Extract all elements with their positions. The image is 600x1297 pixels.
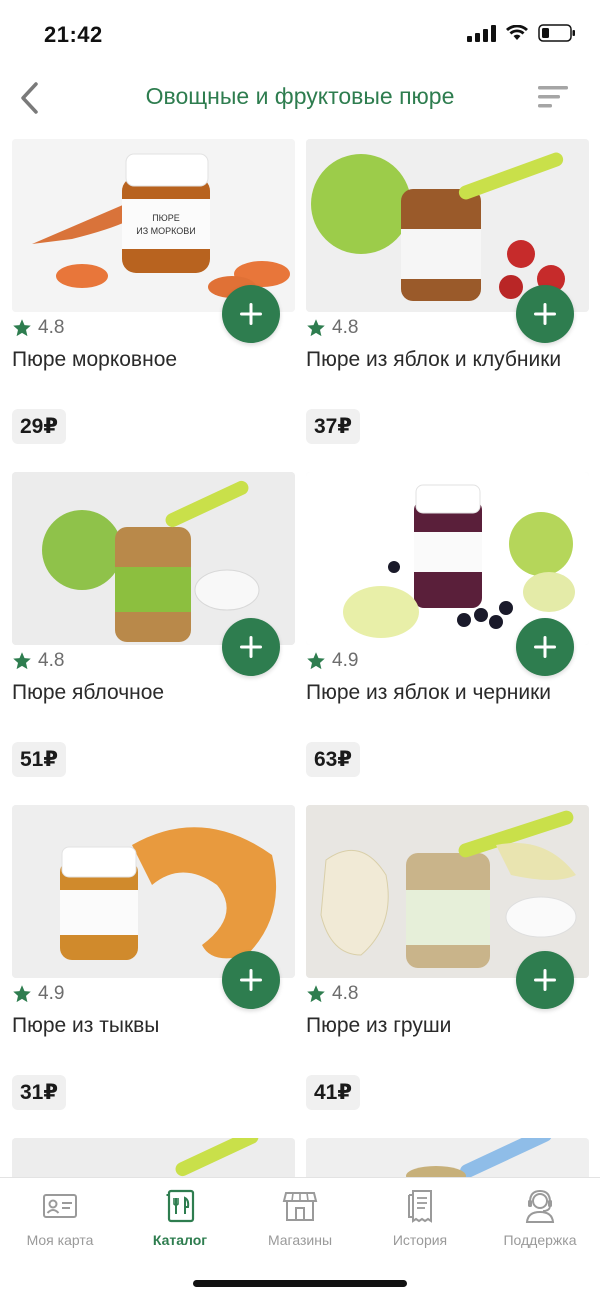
nav-header: Овощные и фруктовые пюре xyxy=(0,70,600,130)
star-icon xyxy=(307,319,325,337)
product-name[interactable]: Пюре яблочное xyxy=(12,681,302,705)
tab-catalog[interactable]: Каталог xyxy=(120,1188,240,1258)
star-icon xyxy=(13,319,31,337)
product-name[interactable]: Пюре морковное xyxy=(12,348,302,372)
tab-label: Поддержка xyxy=(503,1232,577,1248)
plus-icon xyxy=(534,303,556,325)
tab-stores[interactable]: Магазины xyxy=(240,1188,360,1258)
product-price: 51₽ xyxy=(12,742,66,777)
product-image[interactable] xyxy=(306,1138,589,1178)
product-price: 41₽ xyxy=(306,1075,360,1110)
product-card[interactable] xyxy=(306,1138,589,1178)
product-card[interactable]: 4.8 Пюре из груши 41₽ xyxy=(306,805,589,1125)
product-name[interactable]: Пюре из яблок и черники xyxy=(306,681,596,705)
plus-icon xyxy=(240,303,262,325)
rating: 4.8 xyxy=(306,317,358,339)
product-card[interactable]: 4.8 Пюре из яблок и клубники 37₽ xyxy=(306,139,589,459)
status-icons xyxy=(467,24,576,42)
rating-value: 4.9 xyxy=(38,983,65,1004)
signal-icon xyxy=(467,24,496,42)
rating-value: 4.8 xyxy=(332,983,359,1004)
status-time: 21:42 xyxy=(44,22,103,47)
add-to-cart-button[interactable] xyxy=(222,951,280,1009)
tab-label: История xyxy=(392,1232,448,1248)
svg-text:ИЗ МОРКОВИ: ИЗ МОРКОВИ xyxy=(136,226,196,236)
add-to-cart-button[interactable] xyxy=(222,618,280,676)
rating: 4.9 xyxy=(306,650,358,672)
status-bar: 21:42 xyxy=(0,0,600,70)
page-title: Овощные и фруктовые пюре xyxy=(145,83,455,109)
product-card[interactable]: 4.9 Пюре из тыквы 31₽ xyxy=(12,805,295,1125)
tab-bar: Моя карта Каталог Магазины История Подде… xyxy=(0,1177,600,1297)
rating: 4.8 xyxy=(306,983,358,1005)
tab-label: Магазины xyxy=(267,1232,333,1248)
product-price: 63₽ xyxy=(306,742,360,777)
add-to-cart-button[interactable] xyxy=(222,285,280,343)
tab-history[interactable]: История xyxy=(360,1188,480,1258)
add-to-cart-button[interactable] xyxy=(516,618,574,676)
receipt-icon xyxy=(408,1190,432,1223)
plus-icon xyxy=(534,969,556,991)
product-card[interactable]: 4.8 Пюре яблочное 51₽ xyxy=(12,472,295,792)
star-icon xyxy=(13,652,31,670)
home-indicator xyxy=(193,1280,407,1287)
star-icon xyxy=(307,985,325,1003)
star-icon xyxy=(307,652,325,670)
product-card[interactable] xyxy=(12,1138,295,1178)
product-image[interactable] xyxy=(12,1138,295,1178)
card-icon xyxy=(43,1194,77,1218)
product-name[interactable]: Пюре из яблок и клубники xyxy=(306,348,596,372)
plus-icon xyxy=(240,636,262,658)
star-icon xyxy=(13,985,31,1003)
product-price: 37₽ xyxy=(306,409,360,444)
support-icon xyxy=(525,1189,555,1223)
product-card[interactable]: 4.9 Пюре из яблок и черники 63₽ xyxy=(306,472,589,792)
battery-icon xyxy=(538,24,576,42)
tab-label: Каталог xyxy=(152,1232,208,1248)
product-name[interactable]: Пюре из тыквы xyxy=(12,1014,302,1038)
rating-value: 4.8 xyxy=(332,317,359,338)
catalog-icon xyxy=(166,1189,195,1223)
sort-button[interactable] xyxy=(536,82,570,112)
add-to-cart-button[interactable] xyxy=(516,285,574,343)
add-to-cart-button[interactable] xyxy=(516,951,574,1009)
store-icon xyxy=(282,1192,318,1221)
product-card[interactable]: ПЮРЕ ИЗ МОРКОВИ 4.8 Пюре морковное 29₽ xyxy=(12,139,295,459)
plus-icon xyxy=(534,636,556,658)
tab-my-card[interactable]: Моя карта xyxy=(0,1188,120,1258)
rating-value: 4.8 xyxy=(38,650,65,671)
plus-icon xyxy=(240,969,262,991)
tab-label: Моя карта xyxy=(26,1232,94,1248)
product-price: 31₽ xyxy=(12,1075,66,1110)
wifi-icon xyxy=(506,25,528,41)
product-price: 29₽ xyxy=(12,409,66,444)
rating: 4.8 xyxy=(12,317,64,339)
product-name[interactable]: Пюре из груши xyxy=(306,1014,596,1038)
rating: 4.8 xyxy=(12,650,64,672)
sort-icon xyxy=(538,86,568,108)
rating-value: 4.9 xyxy=(332,650,359,671)
rating: 4.9 xyxy=(12,983,64,1005)
tab-support[interactable]: Поддержка xyxy=(480,1188,600,1258)
rating-value: 4.8 xyxy=(38,317,65,338)
svg-text:ПЮРЕ: ПЮРЕ xyxy=(152,213,180,223)
